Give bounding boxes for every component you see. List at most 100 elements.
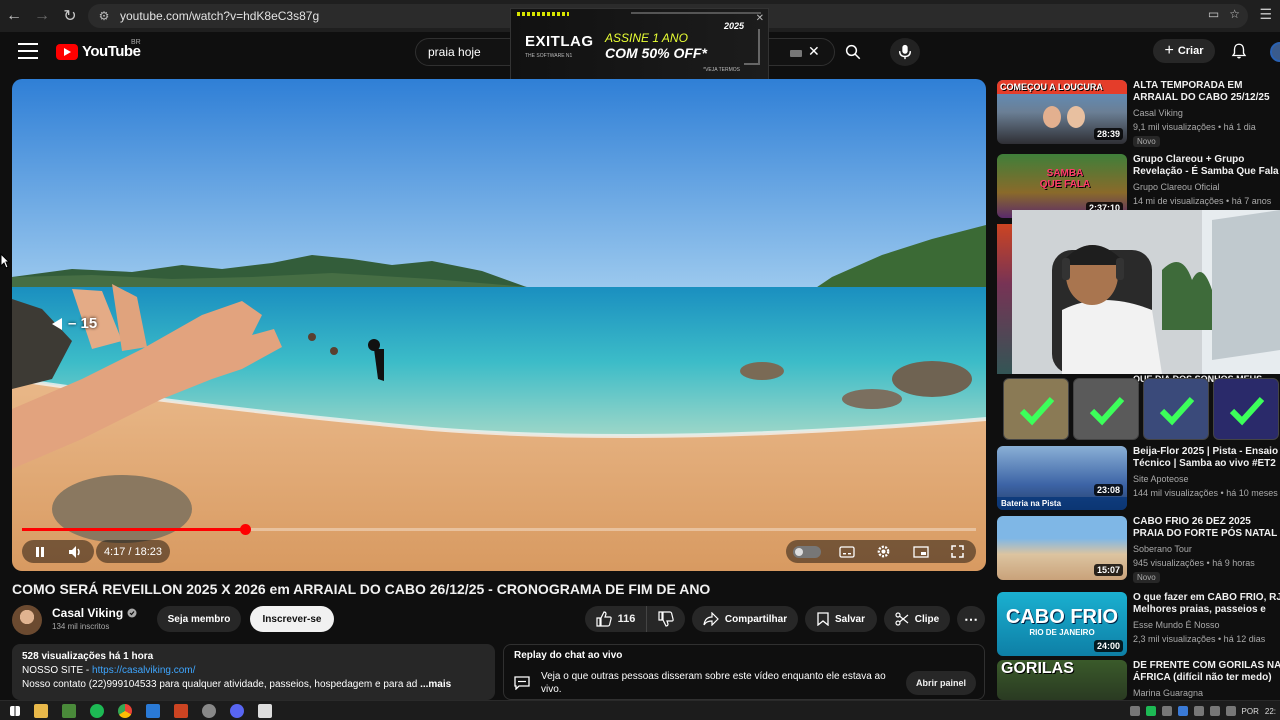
thumbs-up-icon (596, 611, 612, 627)
rec-title: Beija-Flor 2025 | Pista - Ensaio Técnico… (1133, 446, 1279, 469)
tray-icon[interactable] (1193, 706, 1204, 716)
youtube-logo[interactable]: YouTube BR (56, 39, 141, 60)
check-thumb[interactable] (1073, 378, 1139, 440)
search-button[interactable] (836, 38, 870, 66)
browser-menu-icon[interactable]: ☰ (1259, 6, 1272, 23)
settings-gear-icon[interactable] (873, 541, 895, 563)
rec-item[interactable]: 15:07 CABO FRIO 26 DEZ 2025 PRAIA DO FOR… (997, 516, 1280, 583)
more-actions-icon[interactable]: ⋯ (957, 606, 985, 632)
back-icon[interactable]: ← (0, 2, 28, 30)
check-thumb[interactable] (1003, 378, 1069, 440)
rewind-arrow-icon (52, 317, 62, 330)
app-icon[interactable] (174, 703, 188, 718)
thumbs-down-icon (658, 611, 674, 627)
rec-badge-new: Novo (1133, 136, 1160, 147)
open-panel-button[interactable]: Abrir painel (906, 671, 976, 695)
tray-icon[interactable] (1145, 706, 1156, 716)
rec-item[interactable]: COMEÇOU A LOUCURA 28:39 ALTA TEMPORADA E… (997, 80, 1280, 147)
voice-search-button[interactable] (890, 38, 920, 66)
rec-item[interactable]: GORILAS DE FRENTE COM GORILAS NA ÁFRICA … (997, 660, 1280, 700)
channel-name-link[interactable]: Casal Viking (52, 606, 137, 620)
app-icon[interactable] (258, 703, 272, 718)
check-thumb[interactable] (1143, 378, 1209, 440)
channel-avatar[interactable] (12, 605, 42, 635)
miniplayer-icon[interactable] (910, 541, 932, 563)
show-more-link[interactable]: ...mais (420, 679, 451, 690)
fullscreen-icon[interactable] (947, 541, 969, 563)
rec-item[interactable]: CABO FRIO RIO DE JANEIRO 24:00 O que faz… (997, 592, 1280, 658)
rec-thumbnail[interactable]: GORILAS (997, 660, 1127, 700)
app-icon[interactable] (146, 703, 160, 718)
rec-item[interactable]: Bateria na Pista 23:08 Beija-Flor 2025 |… (997, 446, 1280, 512)
scissors-icon (895, 612, 909, 626)
progress-scrubber[interactable] (239, 524, 251, 535)
check-thumb[interactable] (1213, 378, 1279, 440)
explorer-icon[interactable] (34, 703, 48, 718)
create-button[interactable]: + Criar (1153, 39, 1215, 63)
rec-thumbnail[interactable]: Bateria na Pista 23:08 (997, 446, 1127, 510)
app-icon[interactable] (230, 703, 244, 718)
bookmark-star-icon[interactable]: ☆ (1229, 7, 1240, 21)
rec-thumbnail-partial[interactable] (997, 224, 1013, 374)
autoplay-toggle[interactable] (793, 545, 822, 558)
rec-thumbnail[interactable]: CABO FRIO RIO DE JANEIRO 24:00 (997, 592, 1127, 656)
clock[interactable]: 22: (1265, 707, 1276, 716)
rec-stats: 2,3 mil visualizações • há 12 dias (1133, 634, 1266, 644)
language-indicator[interactable]: POR (1242, 707, 1259, 716)
video-title: COMO SERÁ REVEILLON 2025 X 2026 em ARRAI… (12, 581, 711, 597)
dislike-button[interactable] (647, 606, 685, 632)
rec-thumbnail[interactable]: COMEÇOU A LOUCURA 28:39 (997, 80, 1127, 144)
tray-icon[interactable] (1177, 706, 1188, 716)
reload-icon[interactable]: ↻ (56, 2, 84, 30)
like-button[interactable]: 116 (585, 606, 647, 632)
volume-button[interactable] (65, 541, 87, 563)
spotify-icon[interactable] (90, 703, 104, 718)
site-link[interactable]: https://casalviking.com/ (92, 665, 195, 676)
menu-hamburger-icon[interactable] (18, 43, 38, 59)
chrome-icon[interactable] (118, 703, 132, 718)
rec-thumbnail[interactable]: 15:07 (997, 516, 1127, 580)
left-controls (22, 540, 94, 563)
subscriber-count: 134 mil inscritos (52, 622, 110, 631)
rec-stats: 9,1 mil visualizações • há 1 dia (1133, 122, 1256, 132)
pause-icon (36, 546, 44, 557)
ad-year-badge: 2025 (723, 21, 744, 31)
save-button[interactable]: Salvar (805, 606, 877, 632)
share-arrow-icon (703, 612, 719, 626)
exitlag-ad-banner[interactable]: EXITLAG THE SOFTWARE N1 ASSINE 1 ANO COM… (510, 8, 769, 80)
ad-line1: ASSINE 1 ANO (605, 31, 688, 45)
captions-icon[interactable] (836, 541, 858, 563)
tray-icon[interactable] (1129, 706, 1140, 716)
rec-channel: Marina Guaragna (1133, 688, 1204, 698)
speaker-icon[interactable] (1225, 706, 1236, 716)
pause-button[interactable] (29, 541, 51, 563)
ad-close-icon[interactable]: ✕ (756, 13, 764, 24)
tray-icon[interactable] (1161, 706, 1172, 716)
rec-title: DE FRENTE COM GORILAS NA ÁFRICA (difícil… (1133, 660, 1280, 683)
gorilas-thumb-text: GORILAS (1001, 660, 1074, 677)
ad-stripe (517, 12, 569, 16)
wifi-icon[interactable] (1209, 706, 1220, 716)
progress-bar[interactable] (22, 524, 976, 535)
app-icon[interactable] (62, 703, 76, 718)
start-icon[interactable] (10, 705, 20, 716)
ad-line (631, 12, 761, 14)
app-icon[interactable] (202, 703, 216, 718)
description-box[interactable]: 528 visualizações há 1 hora NOSSO SITE -… (12, 644, 495, 700)
cast-icon[interactable]: ▭ (1208, 7, 1219, 21)
forward-icon[interactable]: → (28, 2, 56, 30)
share-button[interactable]: Compartilhar (692, 606, 798, 632)
notifications-bell-icon[interactable] (1230, 42, 1248, 60)
account-avatar[interactable] (1270, 42, 1280, 62)
like-dislike-group: 116 (585, 606, 685, 632)
rec-duration: 23:08 (1093, 484, 1123, 496)
clear-search-icon[interactable]: ✕ (808, 43, 820, 60)
clip-button[interactable]: Clipe (884, 606, 950, 632)
video-player[interactable]: – 15 4:17 / 18:23 (12, 79, 986, 571)
rec-thumbnail[interactable]: SAMBA QUE FALA 2:37:10 (997, 154, 1127, 218)
keyboard-icon[interactable] (790, 50, 802, 57)
site-settings-icon[interactable]: ⚙ (88, 9, 120, 23)
rec-title: Grupo Clareou + Grupo Revelação - É Samb… (1133, 154, 1279, 177)
join-button[interactable]: Seja membro (157, 606, 241, 632)
subscribe-button[interactable]: Inscrever-se (250, 606, 334, 632)
